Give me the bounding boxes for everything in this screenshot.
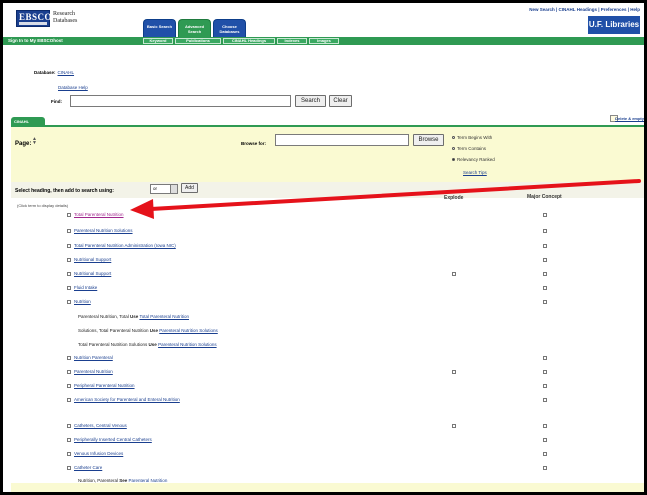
heading-link[interactable]: Peripheral Parenteral Nutrition bbox=[74, 383, 135, 388]
heading-row: Nutritional Support bbox=[67, 271, 111, 276]
see-reference-link[interactable]: Parenteral Nutrition Solutions bbox=[158, 342, 217, 347]
heading-checkbox[interactable] bbox=[67, 355, 71, 360]
heading-link[interactable]: Total Parenteral Nutrition Administratio… bbox=[74, 243, 176, 248]
heading-checkbox[interactable] bbox=[67, 437, 71, 442]
see-reference: Parenteral Nutrition, Total Use Total Pa… bbox=[78, 314, 189, 319]
heading-link[interactable]: Catheters, Central Venous bbox=[74, 423, 127, 428]
heading-link[interactable]: Catheter Care bbox=[74, 465, 102, 470]
heading-row: American Society for Parenteral and Ente… bbox=[67, 397, 180, 402]
see-reference-link[interactable]: Parenteral Nutrition Solutions bbox=[159, 328, 218, 333]
explode-checkbox[interactable] bbox=[452, 424, 456, 428]
heading-row: Catheter Care bbox=[67, 465, 102, 470]
heading-link[interactable]: Peripherally Inserted Central Catheters bbox=[74, 437, 152, 442]
heading-row: Total Parenteral Nutrition bbox=[67, 212, 124, 217]
heading-link[interactable]: Parenteral Nutrition bbox=[74, 369, 113, 374]
browser-page: EBSCO Research Databases Basic Search Ad… bbox=[3, 3, 644, 492]
heading-checkbox[interactable] bbox=[67, 271, 71, 276]
heading-list: Total Parenteral Nutrition Parenteral Nut… bbox=[3, 3, 644, 492]
heading-checkbox[interactable] bbox=[67, 212, 71, 217]
heading-checkbox[interactable] bbox=[67, 451, 71, 456]
major-concept-checkbox[interactable] bbox=[543, 438, 547, 442]
heading-row: Peripherally Inserted Central Catheters bbox=[67, 437, 152, 442]
heading-link[interactable]: Nutritional Support bbox=[74, 271, 111, 276]
heading-checkbox[interactable] bbox=[67, 383, 71, 388]
heading-row: Venous Infusion Devices bbox=[67, 451, 123, 456]
major-concept-checkbox[interactable] bbox=[543, 286, 547, 290]
heading-checkbox[interactable] bbox=[67, 397, 71, 402]
major-concept-checkbox[interactable] bbox=[543, 398, 547, 402]
heading-link[interactable]: Nutrition bbox=[74, 299, 91, 304]
explode-checkbox[interactable] bbox=[452, 370, 456, 374]
see-reference: Total Parenteral Nutrition Solutions Use… bbox=[78, 342, 217, 347]
major-concept-checkbox[interactable] bbox=[543, 272, 547, 276]
heading-row: Parenteral Nutrition bbox=[67, 369, 113, 374]
heading-link[interactable]: Total Parenteral Nutrition bbox=[74, 212, 124, 217]
heading-link[interactable]: Venous Infusion Devices bbox=[74, 451, 123, 456]
major-concept-checkbox[interactable] bbox=[543, 424, 547, 428]
heading-link[interactable]: Nutrition Parenteral bbox=[74, 355, 113, 360]
heading-checkbox[interactable] bbox=[67, 257, 71, 262]
heading-link[interactable]: Nutritional Support bbox=[74, 257, 111, 262]
explode-checkbox[interactable] bbox=[452, 272, 456, 276]
heading-row: Nutrition bbox=[67, 299, 91, 304]
heading-row: Fluid Intake bbox=[67, 285, 97, 290]
major-concept-checkbox[interactable] bbox=[543, 466, 547, 470]
heading-checkbox[interactable] bbox=[67, 285, 71, 290]
see-reference: Solutions, Total Parenteral Nutrition Us… bbox=[78, 328, 218, 333]
see-reference-link[interactable]: Total Parenteral Nutrition bbox=[139, 314, 189, 319]
major-concept-checkbox[interactable] bbox=[543, 213, 547, 217]
major-concept-checkbox[interactable] bbox=[543, 356, 547, 360]
heading-link[interactable]: Fluid Intake bbox=[74, 285, 97, 290]
major-concept-checkbox[interactable] bbox=[543, 384, 547, 388]
heading-link[interactable]: Parenteral Nutrition Solutions bbox=[74, 228, 133, 233]
heading-link[interactable]: American Society for Parenteral and Ente… bbox=[74, 397, 180, 402]
heading-row: Peripheral Parenteral Nutrition bbox=[67, 383, 135, 388]
heading-checkbox[interactable] bbox=[67, 423, 71, 428]
major-concept-checkbox[interactable] bbox=[543, 370, 547, 374]
major-concept-checkbox[interactable] bbox=[543, 244, 547, 248]
major-concept-checkbox[interactable] bbox=[543, 300, 547, 304]
heading-row: Catheters, Central Venous bbox=[67, 423, 127, 428]
heading-checkbox[interactable] bbox=[67, 243, 71, 248]
major-concept-checkbox[interactable] bbox=[543, 258, 547, 262]
bottom-strip bbox=[11, 483, 644, 492]
heading-checkbox[interactable] bbox=[67, 369, 71, 374]
major-concept-checkbox[interactable] bbox=[543, 229, 547, 233]
heading-checkbox[interactable] bbox=[67, 299, 71, 304]
heading-row: Nutritional Support bbox=[67, 257, 111, 262]
heading-row: Nutrition Parenteral bbox=[67, 355, 113, 360]
heading-row: Parenteral Nutrition Solutions bbox=[67, 228, 133, 233]
heading-checkbox[interactable] bbox=[67, 465, 71, 470]
heading-checkbox[interactable] bbox=[67, 228, 71, 233]
major-concept-checkbox[interactable] bbox=[543, 452, 547, 456]
heading-row: Total Parenteral Nutrition Administratio… bbox=[67, 243, 176, 248]
